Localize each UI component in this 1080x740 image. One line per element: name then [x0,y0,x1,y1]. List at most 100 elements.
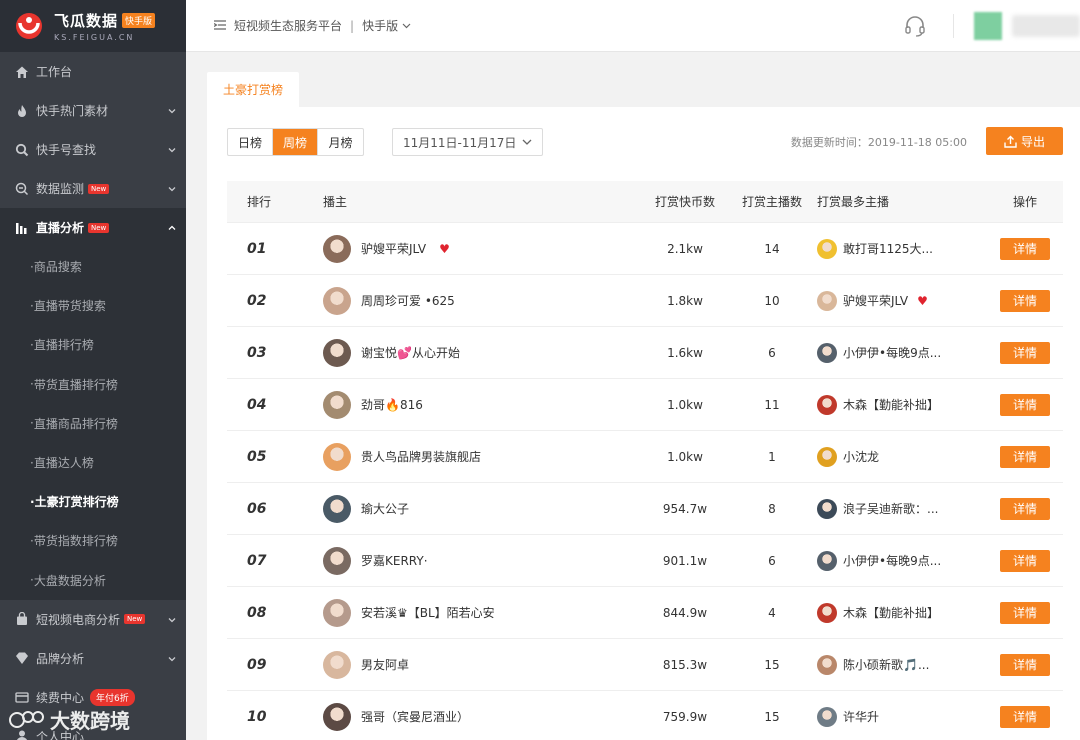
date-range-select[interactable]: 11月11日-11月17日 [392,128,544,156]
anchor-avatar[interactable] [323,650,351,679]
detail-button[interactable]: 详情 [1000,445,1050,468]
anchor-cell[interactable]: 周周珍可爱 •625 [323,286,643,315]
top-anchor-avatar[interactable] [817,290,837,311]
top-anchor-name[interactable]: 木森【勤能补拙】 [843,604,939,621]
anchor-cell[interactable]: 强哥（宾曼尼酒业） [323,702,643,731]
sidebar-item-monitor[interactable]: 数据监测 New [0,169,186,208]
top-anchor-cell[interactable]: 小伊伊•每晚9点... [817,342,987,363]
logo[interactable]: 飞瓜数据 快手版 KS.FEIGUA.CN [0,0,186,52]
top-anchor-cell[interactable]: 木森【勤能补拙】 [817,394,987,415]
submenu-item-live-rank[interactable]: · 直播排行榜 [0,325,186,364]
top-anchor-avatar[interactable] [817,654,837,675]
sidebar-item-hot-material[interactable]: 快手热门素材 [0,91,186,130]
top-anchor-avatar[interactable] [817,342,837,363]
anchor-avatar[interactable] [323,338,351,367]
anchor-avatar[interactable] [323,702,351,731]
top-anchor-avatar[interactable] [817,446,837,467]
detail-button[interactable]: 详情 [1000,341,1050,364]
top-anchor-cell[interactable]: 木森【勤能补拙】 [817,602,987,623]
sidebar-item-live-analysis[interactable]: 直播分析 New [0,208,186,247]
anchor-name[interactable]: 劲哥🔥816 [361,396,423,413]
sidebar-item-workbench[interactable]: 工作台 [0,52,186,91]
detail-button[interactable]: 详情 [1000,549,1050,572]
anchor-name[interactable]: 瑜大公子 [361,500,409,517]
top-anchor-avatar[interactable] [817,602,837,623]
anchor-avatar[interactable] [323,234,351,263]
top-anchor-cell[interactable]: 小伊伊•每晚9点... [817,550,987,571]
top-anchor-name[interactable]: 陈小硕新歌🎵... [843,656,929,673]
tab-tipping-rank[interactable]: 土豪打赏榜 [207,72,300,107]
top-anchor-name[interactable]: 许华升 [843,708,879,725]
anchor-avatar[interactable] [323,494,351,523]
anchor-name[interactable]: 贵人鸟品牌男装旗舰店 [361,448,481,465]
period-monthly-button[interactable]: 月榜 [318,129,363,155]
top-anchor-avatar[interactable] [817,394,837,415]
sidebar-item-brand-analysis[interactable]: 品牌分析 [0,639,186,678]
top-anchor-cell[interactable]: 小沈龙 [817,446,987,467]
anchor-name[interactable]: 强哥（宾曼尼酒业） [361,708,469,725]
anchor-cell[interactable]: 贵人鸟品牌男装旗舰店 [323,442,643,471]
top-anchor-avatar[interactable] [817,706,837,727]
detail-button[interactable]: 详情 [1000,497,1050,520]
anchor-avatar[interactable] [323,442,351,471]
anchor-avatar[interactable] [323,390,351,419]
top-anchor-cell[interactable]: 陈小硕新歌🎵... [817,654,987,675]
anchor-name[interactable]: 驴嫂平荣JLV [361,240,426,257]
anchor-avatar[interactable] [323,598,351,627]
top-anchor-name[interactable]: 木森【勤能补拙】 [843,396,939,413]
user-avatar[interactable] [974,12,1002,40]
top-anchor-cell[interactable]: 驴嫂平荣JLV ♥ [817,290,987,311]
anchor-name[interactable]: 安若溪♛【BL】陌若心安 [361,604,495,621]
top-anchor-cell[interactable]: 敢打哥1125大... [817,238,987,259]
submenu-item-tipping-rank[interactable]: · 土豪打赏排行榜 [0,482,186,521]
submenu-item-live-product-rank[interactable]: · 直播商品排行榜 [0,404,186,443]
detail-button[interactable]: 详情 [1000,237,1050,260]
top-anchor-name[interactable]: 小伊伊•每晚9点... [843,552,941,569]
detail-button[interactable]: 详情 [1000,393,1050,416]
anchor-name[interactable]: 罗嘉KERRY· [361,552,428,569]
anchor-avatar[interactable] [323,286,351,315]
submenu-item-goods-index-rank[interactable]: · 带货指数排行榜 [0,521,186,560]
detail-button[interactable]: 详情 [1000,289,1050,312]
anchor-cell[interactable]: 劲哥🔥816 [323,390,643,419]
top-anchor-name[interactable]: 浪子吴迪新歌：... [843,500,938,517]
anchor-cell[interactable]: 驴嫂平荣JLV ♥ [323,234,643,263]
top-anchor-avatar[interactable] [817,498,837,519]
top-anchor-cell[interactable]: 许华升 [817,706,987,727]
anchor-cell[interactable]: 罗嘉KERRY· [323,546,643,575]
top-anchor-name[interactable]: 敢打哥1125大... [843,240,933,257]
anchor-name[interactable]: 谢宝悦💕从心开始 [361,344,460,361]
sidebar-item-account-search[interactable]: 快手号查找 [0,130,186,169]
user-name[interactable] [1012,15,1080,37]
detail-button[interactable]: 详情 [1000,601,1050,624]
submenu-item-live-goods-search[interactable]: · 直播带货搜索 [0,286,186,325]
count-cell: 14 [764,241,780,256]
period-weekly-button[interactable]: 周榜 [273,129,318,155]
top-anchor-name[interactable]: 小沈龙 [843,448,879,465]
headset-icon[interactable] [903,14,927,38]
top-anchor-name[interactable]: 驴嫂平荣JLV [843,292,908,309]
export-button[interactable]: 导出 [986,127,1063,155]
submenu-item-goods-live-rank[interactable]: · 带货直播排行榜 [0,365,186,404]
anchor-name[interactable]: 周周珍可爱 •625 [361,292,455,309]
anchor-cell[interactable]: 瑜大公子 [323,494,643,523]
detail-button[interactable]: 详情 [1000,705,1050,728]
detail-button[interactable]: 详情 [1000,653,1050,676]
menu-toggle-icon[interactable] [213,19,226,33]
anchor-cell[interactable]: 安若溪♛【BL】陌若心安 [323,598,643,627]
top-anchor-cell[interactable]: 浪子吴迪新歌：... [817,498,987,519]
top-anchor-avatar[interactable] [817,238,837,259]
anchor-cell[interactable]: 谢宝悦💕从心开始 [323,338,643,367]
submenu-item-market-analysis[interactable]: · 大盘数据分析 [0,561,186,600]
period-daily-button[interactable]: 日榜 [228,129,273,155]
anchor-cell[interactable]: 男友阿卓 [323,650,643,679]
anchor-avatar[interactable] [323,546,351,575]
top-anchor-name[interactable]: 小伊伊•每晚9点... [843,344,941,361]
version-switch[interactable]: 快手版 [362,17,411,34]
top-anchor-avatar[interactable] [817,550,837,571]
anchor-name[interactable]: 男友阿卓 [361,656,409,673]
submenu-item-product-search[interactable]: · 商品搜索 [0,247,186,286]
sidebar-item-video-ecommerce[interactable]: 短视频电商分析 New [0,600,186,639]
export-icon [1004,135,1017,148]
submenu-item-live-talent-rank[interactable]: · 直播达人榜 [0,443,186,482]
